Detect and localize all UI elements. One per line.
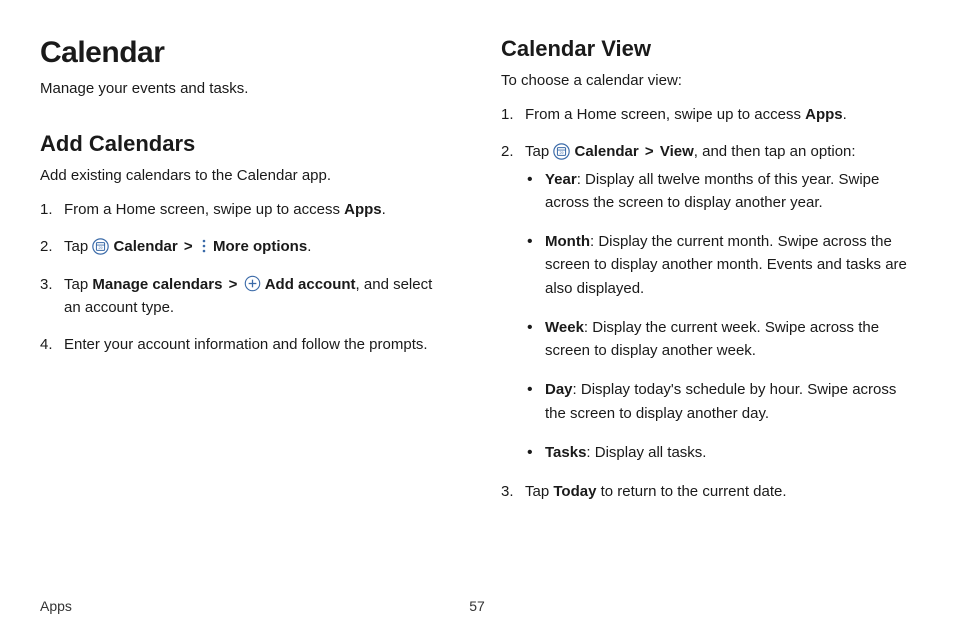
bullet-text: : Display today's schedule by hour. Swip…	[545, 381, 896, 421]
tagline: Manage your events and tasks.	[40, 80, 453, 97]
bullet-text: : Display the current month. Swipe acros…	[545, 233, 907, 297]
add-icon	[244, 275, 261, 292]
list-item: Year: Display all twelve months of this …	[525, 168, 914, 215]
add-calendars-steps: From a Home screen, swipe up to access A…	[40, 198, 453, 356]
bullet-text: : Display all twelve months of this year…	[545, 171, 879, 211]
list-item: Enter your account information and follo…	[40, 333, 453, 356]
page-title: Calendar	[40, 36, 453, 70]
bold-text: Tasks	[545, 444, 586, 461]
list-item: Tap 29 Calendar > View, and then tap an …	[501, 140, 914, 464]
bold-text: Apps	[805, 106, 843, 123]
svg-text:29: 29	[99, 246, 103, 250]
bold-text: Year	[545, 171, 577, 188]
list-item: Day: Display today's schedule by hour. S…	[525, 378, 914, 425]
step-text: .	[382, 201, 386, 218]
step-text: to return to the current date.	[596, 483, 786, 500]
step-text: Tap	[525, 143, 553, 160]
step-text: , and then tap an option:	[694, 143, 856, 160]
left-column: Calendar Manage your events and tasks. A…	[40, 36, 453, 517]
list-item: Tasks: Display all tasks.	[525, 441, 914, 464]
step-text: From a Home screen, swipe up to access	[525, 106, 805, 123]
bold-text: More options	[213, 238, 307, 255]
bold-text: Manage calendars	[92, 276, 222, 293]
calendar-view-steps: From a Home screen, swipe up to access A…	[501, 103, 914, 503]
page-footer: Apps 57	[40, 598, 914, 614]
more-options-icon	[199, 238, 209, 254]
right-column: Calendar View To choose a calendar view:…	[501, 36, 914, 517]
bold-text: Day	[545, 381, 573, 398]
bold-text: Add account	[265, 276, 356, 293]
bullet-text: : Display the current week. Swipe across…	[545, 319, 879, 359]
step-text: From a Home screen, swipe up to access	[64, 201, 344, 218]
step-text: .	[843, 106, 847, 123]
step-text: Enter your account information and follo…	[64, 336, 428, 353]
page-number: 57	[469, 598, 485, 614]
bullet-text: : Display all tasks.	[586, 444, 706, 461]
bold-text: Calendar	[575, 143, 639, 160]
section-intro: Add existing calendars to the Calendar a…	[40, 167, 453, 184]
chevron-icon: >	[229, 276, 238, 293]
bold-text: Month	[545, 233, 590, 250]
bold-text: Week	[545, 319, 584, 336]
bold-text: Apps	[344, 201, 382, 218]
chevron-icon: >	[645, 143, 654, 160]
list-item: Month: Display the current month. Swipe …	[525, 230, 914, 300]
list-item: Tap Manage calendars > Add account, and …	[40, 273, 453, 320]
list-item: Week: Display the current week. Swipe ac…	[525, 316, 914, 363]
step-text: Tap	[64, 238, 92, 255]
svg-text:29: 29	[560, 151, 564, 155]
calendar-icon: 29	[92, 238, 109, 255]
calendar-icon: 29	[553, 143, 570, 160]
section-title-calendar-view: Calendar View	[501, 36, 914, 62]
list-item: Tap Today to return to the current date.	[501, 480, 914, 503]
footer-breadcrumb: Apps	[40, 598, 72, 614]
step-text: .	[307, 238, 311, 255]
step-text: Tap	[64, 276, 92, 293]
bold-text: Today	[553, 483, 596, 500]
section-intro: To choose a calendar view:	[501, 72, 914, 89]
bold-text: View	[660, 143, 694, 160]
list-item: Tap 29 Calendar > More options.	[40, 235, 453, 258]
section-title-add-calendars: Add Calendars	[40, 131, 453, 157]
step-text: Tap	[525, 483, 553, 500]
bold-text: Calendar	[114, 238, 178, 255]
chevron-icon: >	[184, 238, 193, 255]
list-item: From a Home screen, swipe up to access A…	[40, 198, 453, 221]
view-options-list: Year: Display all twelve months of this …	[525, 168, 914, 465]
list-item: From a Home screen, swipe up to access A…	[501, 103, 914, 126]
